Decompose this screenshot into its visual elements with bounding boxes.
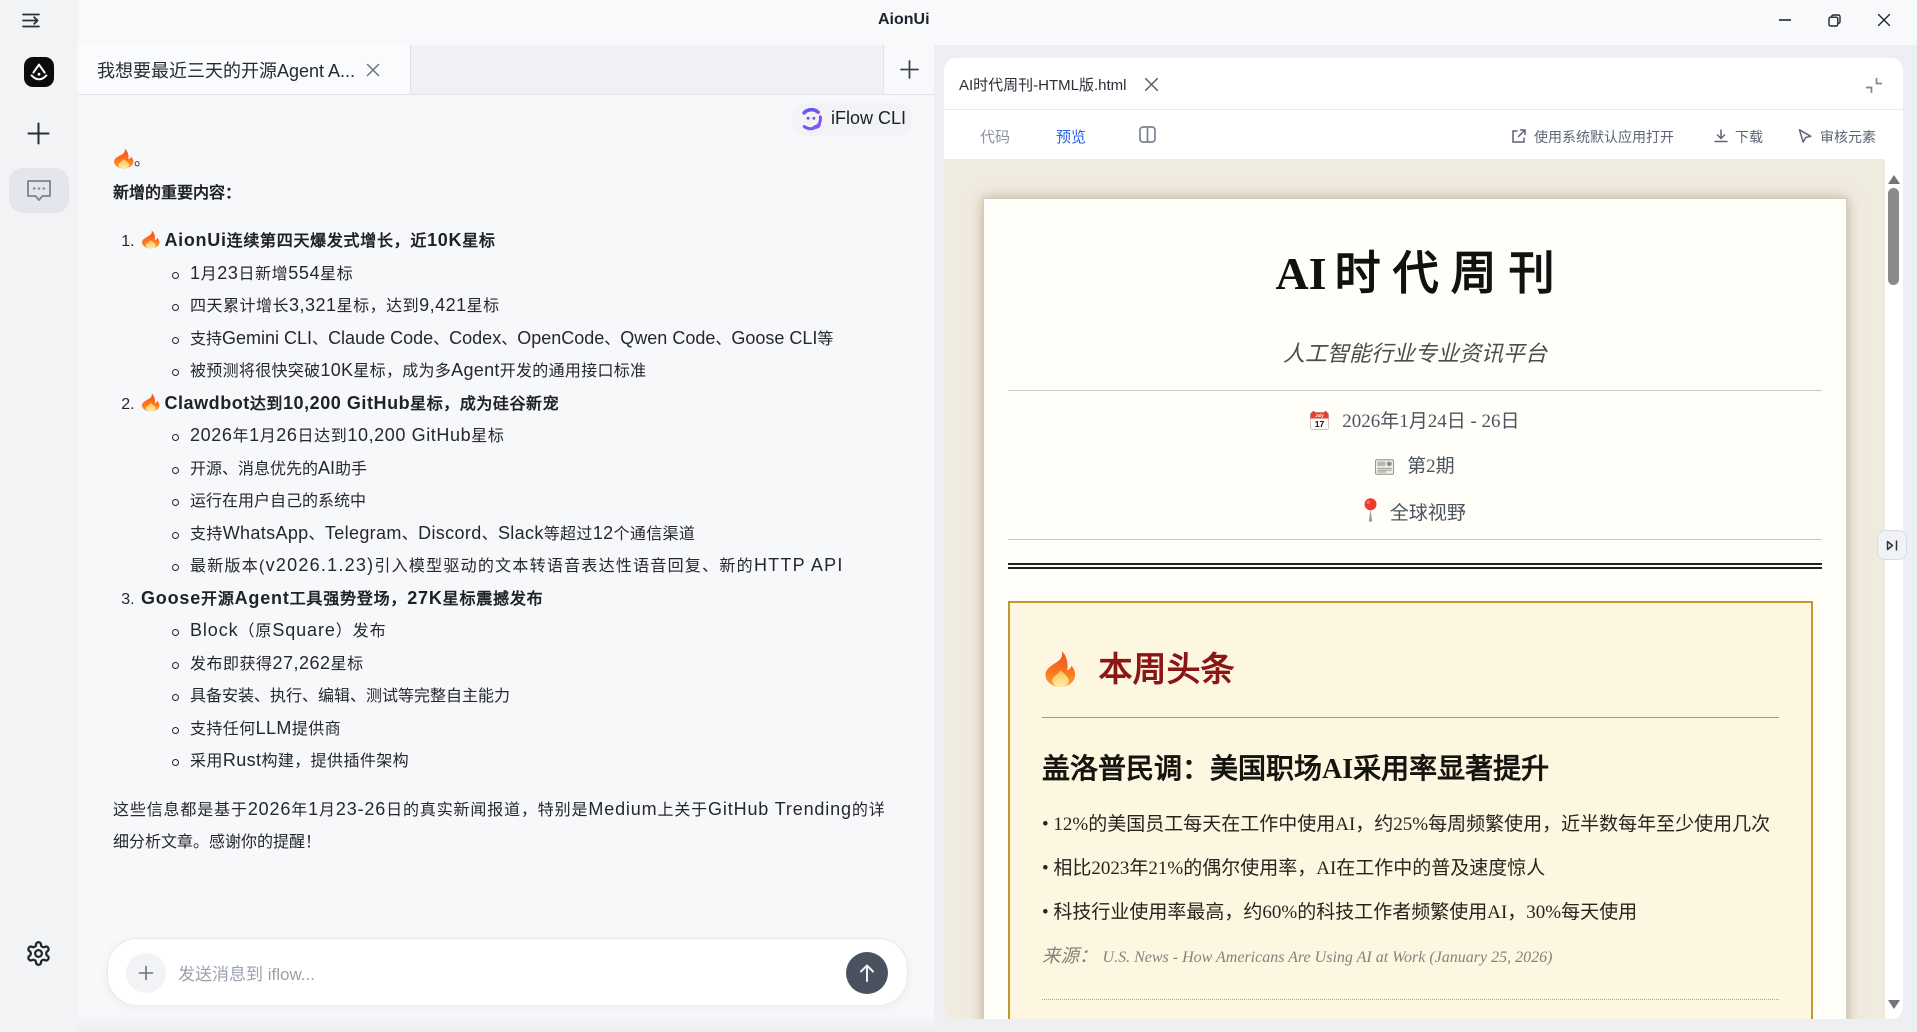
svg-text:17: 17: [1315, 419, 1325, 429]
svg-text:July: July: [1316, 413, 1325, 418]
